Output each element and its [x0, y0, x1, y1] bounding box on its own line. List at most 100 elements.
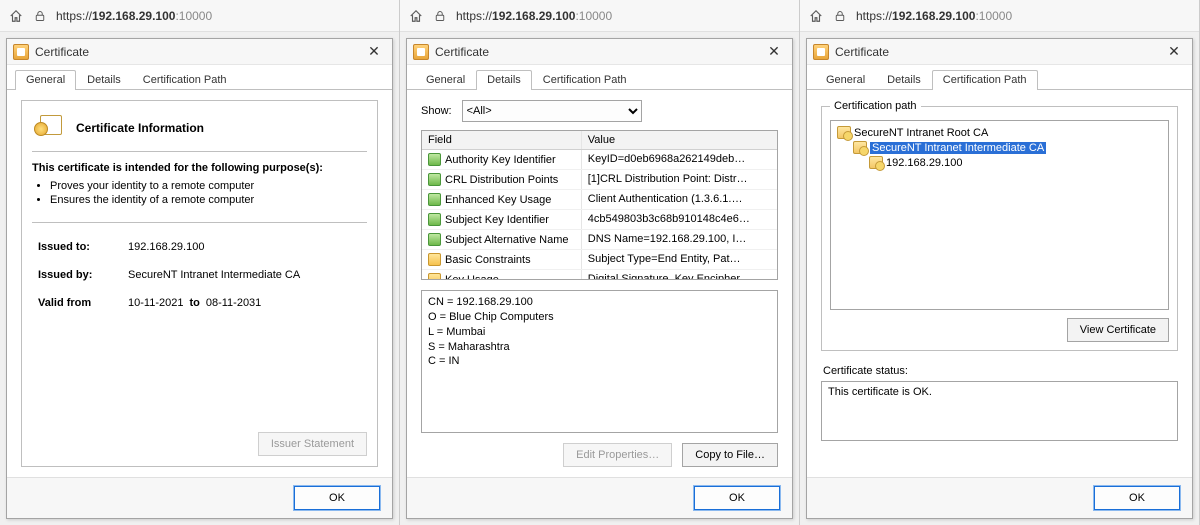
certificate-node-icon: [837, 126, 851, 139]
browser-address-bar: https://192.168.29.100:10000: [0, 0, 399, 32]
view-certificate-button[interactable]: View Certificate: [1067, 318, 1169, 342]
purpose-list: Proves your identity to a remote compute…: [50, 180, 367, 208]
home-icon[interactable]: [808, 8, 824, 24]
table-row[interactable]: Authority Key Identifier KeyID=d0eb6968a2…: [422, 150, 777, 170]
certificate-icon: [413, 44, 429, 60]
field-name: Key Usage: [445, 274, 499, 281]
browser-address-bar: https://192.168.29.100:10000: [400, 0, 799, 32]
purpose-item: Ensures the identity of a remote compute…: [50, 194, 367, 206]
property-icon: [428, 233, 441, 246]
lock-icon[interactable]: [32, 8, 48, 24]
purpose-heading: This certificate is intended for the fol…: [32, 162, 367, 174]
valid-to-value: 08-11-2031: [206, 297, 261, 309]
ok-button[interactable]: OK: [1094, 486, 1180, 510]
field-name: Enhanced Key Usage: [445, 194, 551, 206]
field-name: Authority Key Identifier: [445, 154, 556, 166]
issued-by-value: SecureNT Intranet Intermediate CA: [128, 269, 300, 281]
issued-by-label: Issued by:: [38, 269, 128, 281]
valid-from-value: 10-11-2021: [128, 297, 183, 309]
tab-details[interactable]: Details: [476, 70, 532, 90]
tab-strip: General Details Certification Path: [7, 65, 392, 90]
column-header-field[interactable]: Field: [422, 131, 582, 149]
dialog-titlebar: Certificate ✕: [407, 39, 792, 65]
tab-certification-path[interactable]: Certification Path: [932, 70, 1038, 90]
table-row[interactable]: Subject Alternative Name DNS Name=192.168…: [422, 230, 777, 250]
edit-properties-button: Edit Properties…: [563, 443, 672, 467]
tab-certification-path[interactable]: Certification Path: [532, 70, 638, 90]
show-label: Show:: [421, 105, 452, 117]
close-icon[interactable]: ✕: [762, 42, 786, 62]
certificate-icon: [13, 44, 29, 60]
tree-node-leaf[interactable]: 192.168.29.100: [867, 155, 1164, 170]
lock-icon[interactable]: [832, 8, 848, 24]
issuer-statement-button: Issuer Statement: [258, 432, 367, 456]
tab-strip: General Details Certification Path: [807, 65, 1192, 90]
dialog-titlebar: Certificate ✕: [7, 39, 392, 65]
ok-button[interactable]: OK: [694, 486, 780, 510]
certificate-dialog-general: Certificate ✕ General Details Certificat…: [6, 38, 393, 519]
tab-strip: General Details Certification Path: [407, 65, 792, 90]
tree-node-root[interactable]: SecureNT Intranet Root CA: [835, 125, 1164, 140]
field-value: DNS Name=192.168.29.100, I…: [582, 230, 777, 249]
field-name: CRL Distribution Points: [445, 174, 558, 186]
table-row[interactable]: Basic Constraints Subject Type=End Entity…: [422, 250, 777, 270]
property-icon: [428, 213, 441, 226]
tab-details[interactable]: Details: [876, 70, 932, 90]
certificate-information-title: Certificate Information: [76, 121, 204, 135]
certificate-node-icon: [869, 156, 883, 169]
purpose-item: Proves your identity to a remote compute…: [50, 180, 367, 192]
browser-address-bar: https://192.168.29.100:10000: [800, 0, 1199, 32]
certificate-icon: [813, 44, 829, 60]
field-name: Basic Constraints: [445, 254, 531, 266]
tab-certification-path[interactable]: Certification Path: [132, 70, 238, 90]
home-icon[interactable]: [8, 8, 24, 24]
field-value-box[interactable]: CN = 192.168.29.100 O = Blue Chip Comput…: [421, 290, 778, 433]
cert-path-tree[interactable]: SecureNT Intranet Root CA SecureNT Intra…: [830, 120, 1169, 310]
close-icon[interactable]: ✕: [1162, 42, 1186, 62]
tab-general[interactable]: General: [15, 70, 76, 90]
dialog-title: Certificate: [835, 45, 1162, 59]
copy-to-file-button[interactable]: Copy to File…: [682, 443, 778, 467]
home-icon[interactable]: [408, 8, 424, 24]
valid-from-label: Valid from: [38, 297, 128, 309]
property-icon: [428, 253, 441, 266]
url-text[interactable]: https://192.168.29.100:10000: [856, 9, 1191, 23]
certification-path-legend: Certification path: [830, 100, 921, 112]
table-row[interactable]: Key UsageDigital Signature, Key Encipher…: [422, 270, 777, 280]
table-row[interactable]: Enhanced Key Usage Client Authentication …: [422, 190, 777, 210]
dialog-title: Certificate: [35, 45, 362, 59]
lock-icon[interactable]: [432, 8, 448, 24]
issued-to-label: Issued to:: [38, 241, 128, 253]
certificate-ribbon-icon: [34, 115, 66, 141]
field-value: 4cb549803b3c68b910148c4e6…: [582, 210, 777, 229]
tab-general[interactable]: General: [815, 70, 876, 90]
dialog-title: Certificate: [435, 45, 762, 59]
table-row[interactable]: Subject Key Identifier 4cb549803b3c68b910…: [422, 210, 777, 230]
close-icon[interactable]: ✕: [362, 42, 386, 62]
field-value: [1]CRL Distribution Point: Distr…: [582, 170, 777, 189]
tab-details[interactable]: Details: [76, 70, 132, 90]
url-text[interactable]: https://192.168.29.100:10000: [56, 9, 391, 23]
fields-table[interactable]: Field Value Authority Key Identifier KeyI…: [421, 130, 778, 280]
property-icon: [428, 153, 441, 166]
property-icon: [428, 173, 441, 186]
dialog-titlebar: Certificate ✕: [807, 39, 1192, 65]
tab-general[interactable]: General: [415, 70, 476, 90]
field-name: Subject Alternative Name: [445, 234, 569, 246]
certificate-status-label: Certificate status:: [823, 365, 1178, 377]
field-value: Subject Type=End Entity, Pat…: [582, 250, 777, 269]
certificate-dialog-path: Certificate ✕ General Details Certificat…: [806, 38, 1193, 519]
show-select[interactable]: <All>: [462, 100, 642, 122]
url-text[interactable]: https://192.168.29.100:10000: [456, 9, 791, 23]
ok-button[interactable]: OK: [294, 486, 380, 510]
tree-node-intermediate[interactable]: SecureNT Intranet Intermediate CA: [851, 140, 1164, 155]
table-row[interactable]: CRL Distribution Points [1]CRL Distributi…: [422, 170, 777, 190]
certification-path-fieldset: Certification path SecureNT Intranet Roo…: [821, 100, 1178, 351]
field-value: KeyID=d0eb6968a262149deb…: [582, 150, 777, 169]
property-icon: [428, 193, 441, 206]
column-header-value[interactable]: Value: [582, 131, 777, 149]
field-name: Subject Key Identifier: [445, 214, 549, 226]
field-value: Client Authentication (1.3.6.1.…: [582, 190, 777, 209]
certificate-node-icon: [853, 141, 867, 154]
property-icon: [428, 273, 441, 280]
